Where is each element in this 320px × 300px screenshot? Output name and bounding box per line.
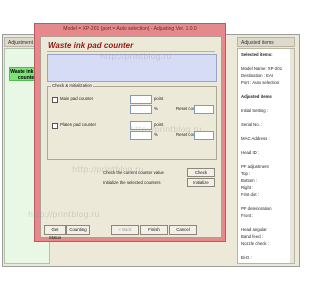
adjusted-items-line: Destination : EAI: [241, 73, 274, 78]
adjusted-items-line: Nozzle check :: [241, 241, 269, 246]
main-pad-checkbox[interactable]: [52, 97, 58, 103]
adjusted-items-line: Band feed :: [241, 234, 263, 239]
adjusted-items-line: Bi-D :: [241, 255, 252, 260]
counting-button[interactable]: Counting: [66, 225, 90, 235]
check-initialization-group: Check & Initialization Main pad counter …: [47, 83, 217, 160]
group-title: Check & Initialization: [51, 83, 93, 88]
dialog-heading: Waste ink pad counter: [48, 41, 134, 50]
main-pad-point-field: [130, 95, 152, 104]
initialize-label: Initialize the selected counters: [103, 180, 161, 185]
adjusted-items-header: Adjusted items: [237, 37, 295, 47]
watermark-top: http://printblog.ru: [100, 52, 172, 61]
platen-pad-checkbox[interactable]: [52, 123, 58, 129]
back-button[interactable]: < Back: [111, 225, 139, 235]
adjusted-items-line: Adjusted items: [241, 94, 272, 99]
check-button[interactable]: Check: [187, 168, 215, 177]
watermark-bottom: http://printblog.ru: [28, 210, 100, 219]
main-pad-label: Main pad counter: [60, 96, 94, 101]
adjusted-items-line: Right :: [241, 185, 254, 190]
main-pad-reset-field: [194, 105, 214, 114]
dialog-title: Model = XP-201 (port = Auto selection) -…: [63, 26, 197, 32]
adjusted-items-panel: Selected items: Model Name: XP-201 Destina…: [237, 48, 295, 264]
adjusted-items-line: Model Name: XP-201: [241, 66, 283, 71]
get-status-button[interactable]: Get Status: [44, 225, 66, 240]
main-pad-percent-unit: %: [154, 106, 158, 111]
adjusted-items-scrollbar[interactable]: [290, 49, 294, 263]
finish-button[interactable]: Finish: [140, 225, 168, 235]
main-pad-point-unit: point: [154, 96, 164, 101]
adjusted-items-line: Head ID :: [241, 150, 260, 155]
dialog-body: Waste ink pad counter Check & Initializa…: [40, 36, 222, 240]
cancel-button[interactable]: Cancel: [169, 225, 197, 235]
watermark-center: http://printblog.ru: [72, 165, 144, 174]
adjusted-items-line: Selected items:: [241, 52, 273, 57]
adjusted-items-line: Front :: [241, 213, 254, 218]
adjusted-items-line: Head angular: [241, 227, 267, 232]
adjusted-items-line: Port : Auto selection: [241, 80, 280, 85]
adjusted-items-line: Bottom :: [241, 178, 258, 183]
adjusted-items-line: Serial No. :: [241, 122, 263, 127]
adjusted-items-line: Top :: [241, 171, 251, 176]
adjusted-items-line: PF adjustment: [241, 164, 269, 169]
watermark-mid: http://printblog.ru: [130, 125, 202, 134]
adjusted-items-line: Initial Setting :: [241, 108, 268, 113]
adjusted-items-line: First dot :: [241, 192, 259, 197]
initialize-button[interactable]: Initialize: [187, 178, 215, 187]
adjusted-items-line: PF deterioration: [241, 206, 272, 211]
main-pad-percent-field: [130, 105, 152, 114]
adjusted-items-line: MAC Address :: [241, 136, 270, 141]
platen-pad-label: Platen pad counter: [60, 122, 97, 127]
